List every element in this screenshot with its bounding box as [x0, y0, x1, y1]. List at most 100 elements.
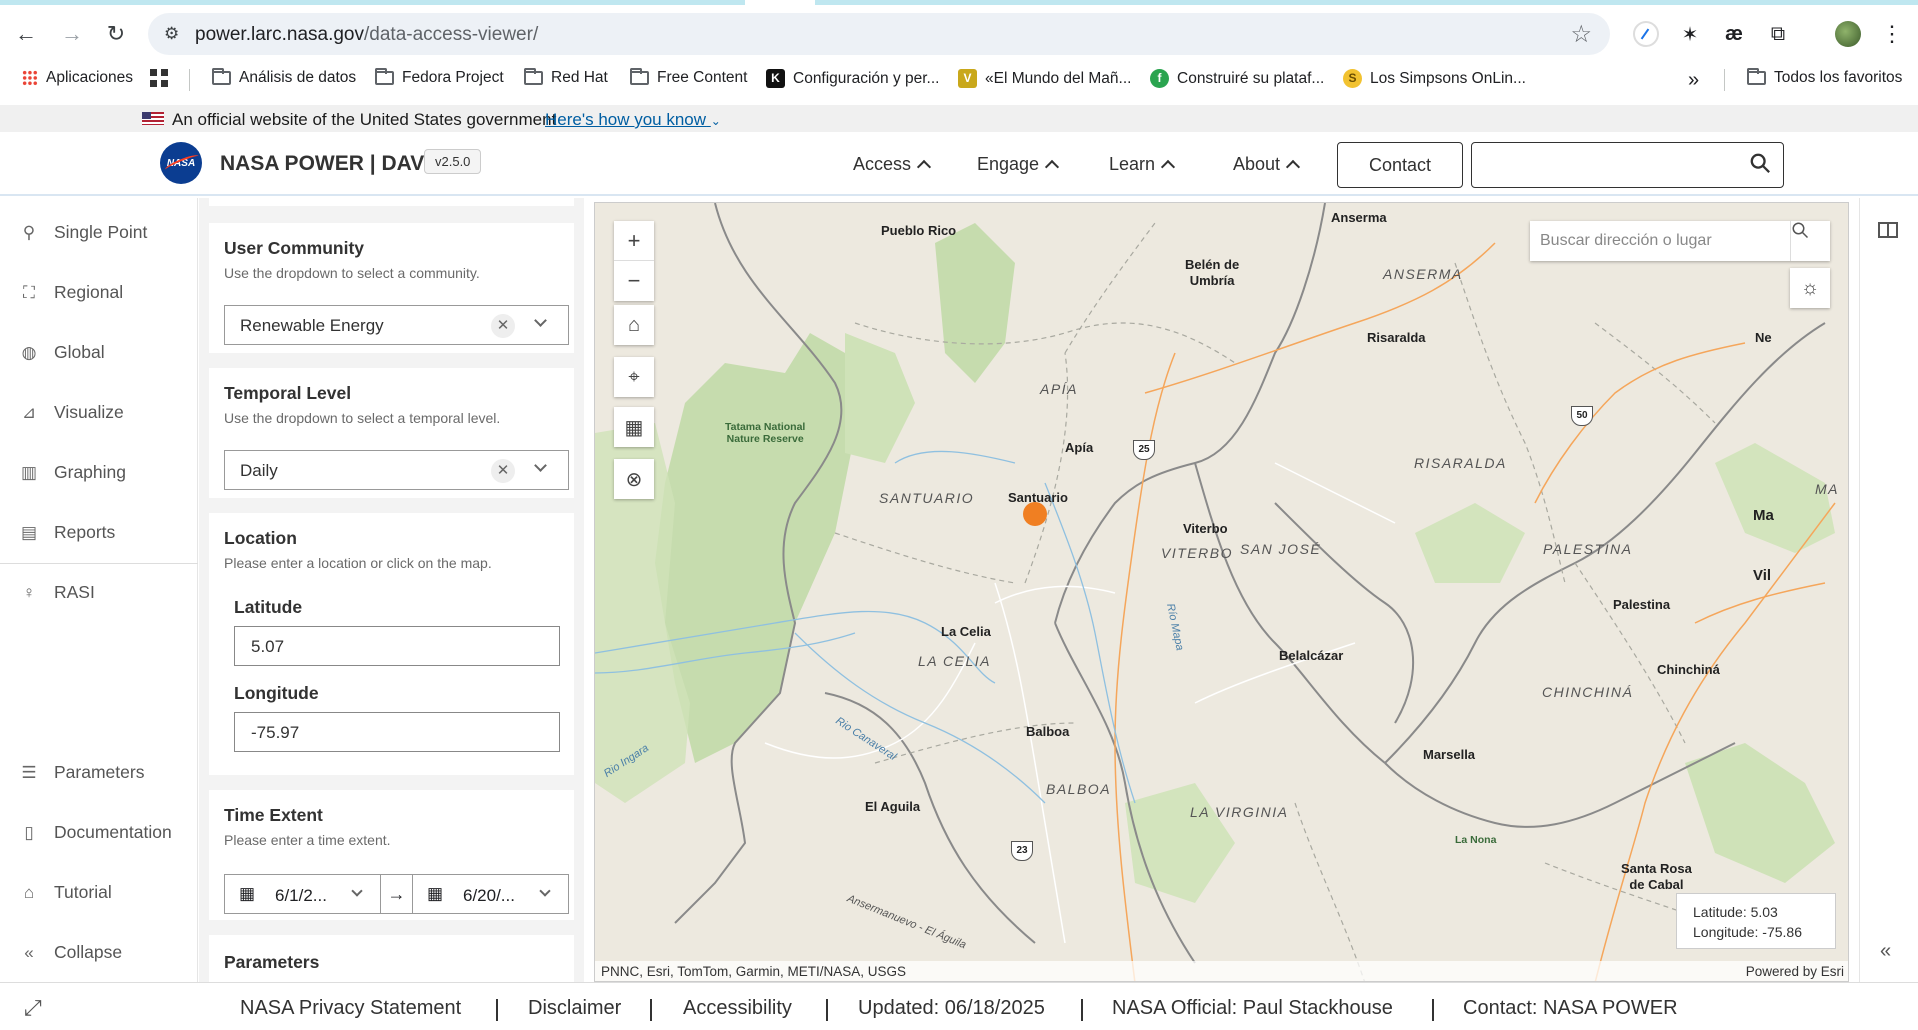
footer-accessibility-link[interactable]: Accessibility	[683, 997, 792, 1020]
map-region-label: CHINCHINÁ	[1542, 684, 1634, 700]
menu-about[interactable]: About	[1233, 154, 1301, 175]
footer-disclaimer-link[interactable]: Disclaimer	[528, 997, 621, 1020]
chevron-up-icon	[916, 159, 932, 175]
how-you-know-link[interactable]: Here's how you know ⌄	[545, 110, 721, 130]
map-place-label: Palestina	[1613, 597, 1671, 612]
extension-icon[interactable]: æ	[1718, 18, 1750, 50]
parameters-card: Parameters	[209, 935, 574, 982]
nav-tutorial[interactable]: ⌂ Tutorial	[20, 882, 112, 903]
site-info-icon[interactable]: ⚙	[164, 24, 179, 44]
map-view[interactable]: Pueblo Rico Anserma Belén de Umbría Risa…	[594, 202, 1849, 982]
graduation-cap-icon: ⌂	[23, 882, 35, 902]
map-region-label: MA	[1815, 481, 1839, 497]
map-place-label: Vil	[1753, 567, 1772, 584]
sun-icon[interactable]: ☼	[1790, 268, 1830, 308]
map-place-label: Ne	[1755, 330, 1772, 345]
map-park-label: La Nona	[1455, 834, 1497, 846]
nav-graphing[interactable]: ▥ Graphing	[20, 462, 126, 483]
start-date-input[interactable]: ▦ 6/1/2...	[224, 874, 381, 914]
chevron-down-icon[interactable]	[534, 314, 547, 327]
road-shield: 23	[1011, 841, 1033, 861]
folder-icon	[1747, 68, 1766, 85]
bookmark-apps[interactable]: Aplicaciones	[22, 69, 133, 87]
nasa-logo[interactable]: NASA	[160, 142, 202, 184]
expand-icon[interactable]: ⤢	[24, 995, 42, 1021]
clear-icon[interactable]: ✕	[491, 314, 515, 338]
nav-reports[interactable]: ▤ Reports	[20, 522, 115, 543]
chevron-down-icon[interactable]	[534, 459, 547, 472]
home-icon: ⌂	[627, 313, 641, 336]
bookmark-link[interactable]: S Los Simpsons OnLin...	[1343, 69, 1526, 88]
nav-collapse[interactable]: «Collapse	[20, 942, 122, 963]
zoom-out-button[interactable]: −	[614, 261, 654, 301]
user-community-title: User Community	[224, 238, 365, 258]
location-marker[interactable]	[1023, 502, 1047, 526]
nav-parameters[interactable]: ☰ Parameters	[20, 762, 144, 783]
forward-icon[interactable]: →	[54, 16, 90, 52]
calendar-icon: ▦	[239, 884, 256, 903]
back-icon[interactable]: ←	[8, 16, 44, 52]
map-place-label: Belén de Umbría	[1185, 257, 1240, 288]
avatar[interactable]	[1832, 18, 1864, 50]
header-search-input[interactable]	[1471, 142, 1784, 188]
extension-icon[interactable]	[1630, 18, 1662, 50]
reload-icon[interactable]: ↻	[98, 16, 134, 52]
nav-documentation[interactable]: ▯ Documentation	[20, 822, 171, 843]
nav-global[interactable]: ◍ Global	[20, 342, 105, 363]
nav-rasi[interactable]: ♀ RASI	[20, 582, 95, 603]
locate-button[interactable]: ⌖	[614, 357, 654, 397]
chevron-up-icon	[1285, 159, 1301, 175]
menu-access[interactable]: Access	[853, 154, 932, 175]
split-panel-icon[interactable]	[1878, 222, 1898, 238]
map-place-label: Marsella	[1423, 747, 1476, 762]
basemap-gallery-button[interactable]: ▦	[614, 407, 654, 447]
browser-chrome: ← → ↻ ⚙ power.larc.nasa.gov/data-access-…	[0, 0, 1918, 103]
bookmarks-bar: Aplicaciones Análisis de datos Fedora Pr…	[0, 63, 1918, 96]
search-icon[interactable]	[1790, 221, 1830, 261]
user-community-select[interactable]: Renewable Energy ✕	[224, 305, 569, 345]
close-circle-icon: ⊗	[625, 468, 643, 491]
more-bookmarks-icon[interactable]: »	[1688, 69, 1699, 92]
nav-regional[interactable]: ⛶ Regional	[20, 282, 123, 303]
map-search-input[interactable]: Buscar dirección o lugar	[1530, 221, 1830, 261]
bookmark-folder[interactable]: Análisis de datos	[212, 68, 356, 87]
contact-button[interactable]: Contact	[1337, 142, 1463, 188]
clear-map-button[interactable]: ⊗	[614, 459, 654, 499]
menu-learn[interactable]: Learn	[1109, 154, 1176, 175]
map-region-label: LA CELIA	[918, 653, 991, 669]
footer-contact-link[interactable]: Contact: NASA POWER	[1463, 997, 1678, 1020]
bookmark-link[interactable]: K Configuración y per...	[766, 69, 939, 88]
latitude-input[interactable]: 5.07	[234, 626, 560, 666]
nav-visualize[interactable]: ⊿ Visualize	[20, 402, 124, 423]
chevron-down-icon[interactable]	[539, 885, 551, 897]
nav-single-point[interactable]: ⚲ Single Point	[20, 222, 148, 243]
road-shield: 50	[1571, 406, 1593, 426]
bookmark-link[interactable]: V «El Mundo del Mañ...	[958, 69, 1131, 88]
double-chevron-left-icon[interactable]: «	[1880, 940, 1891, 963]
temporal-level-select[interactable]: Daily ✕	[224, 450, 569, 490]
extensions-puzzle-icon[interactable]: ⧉	[1762, 18, 1794, 50]
bookmark-folder[interactable]: Fedora Project	[375, 68, 504, 87]
map-pin-icon: ⚲	[22, 222, 36, 242]
end-date-input[interactable]: ▦ 6/20/...	[412, 874, 569, 914]
all-favorites[interactable]: Todos los favoritos	[1747, 68, 1902, 87]
bookmark-link[interactable]: f Construiré su plataf...	[1150, 69, 1324, 88]
zoom-in-button[interactable]: +	[614, 221, 654, 261]
chevron-down-icon[interactable]	[351, 885, 363, 897]
bookmark-folder[interactable]: Red Hat	[524, 68, 608, 87]
tab-groups-icon[interactable]	[150, 69, 168, 87]
bookmark-folder[interactable]: Free Content	[630, 68, 747, 87]
footer-privacy-link[interactable]: NASA Privacy Statement	[240, 997, 461, 1020]
browser-menu-icon[interactable]: ⋮	[1876, 18, 1908, 50]
search-icon[interactable]	[1749, 152, 1771, 174]
bookmark-star-icon[interactable]: ☆	[1570, 20, 1592, 49]
clear-icon[interactable]: ✕	[491, 459, 515, 483]
address-bar[interactable]: ⚙ power.larc.nasa.gov/data-access-viewer…	[148, 13, 1610, 55]
extension-icon[interactable]: ✶	[1674, 18, 1706, 50]
longitude-input[interactable]: -75.97	[234, 712, 560, 752]
map-place-label: Balboa	[1026, 724, 1070, 739]
footer-updated: Updated: 06/18/2025	[858, 997, 1045, 1019]
apps-grid-icon	[22, 70, 38, 86]
menu-engage[interactable]: Engage	[977, 154, 1060, 175]
home-button[interactable]: ⌂	[614, 305, 654, 345]
